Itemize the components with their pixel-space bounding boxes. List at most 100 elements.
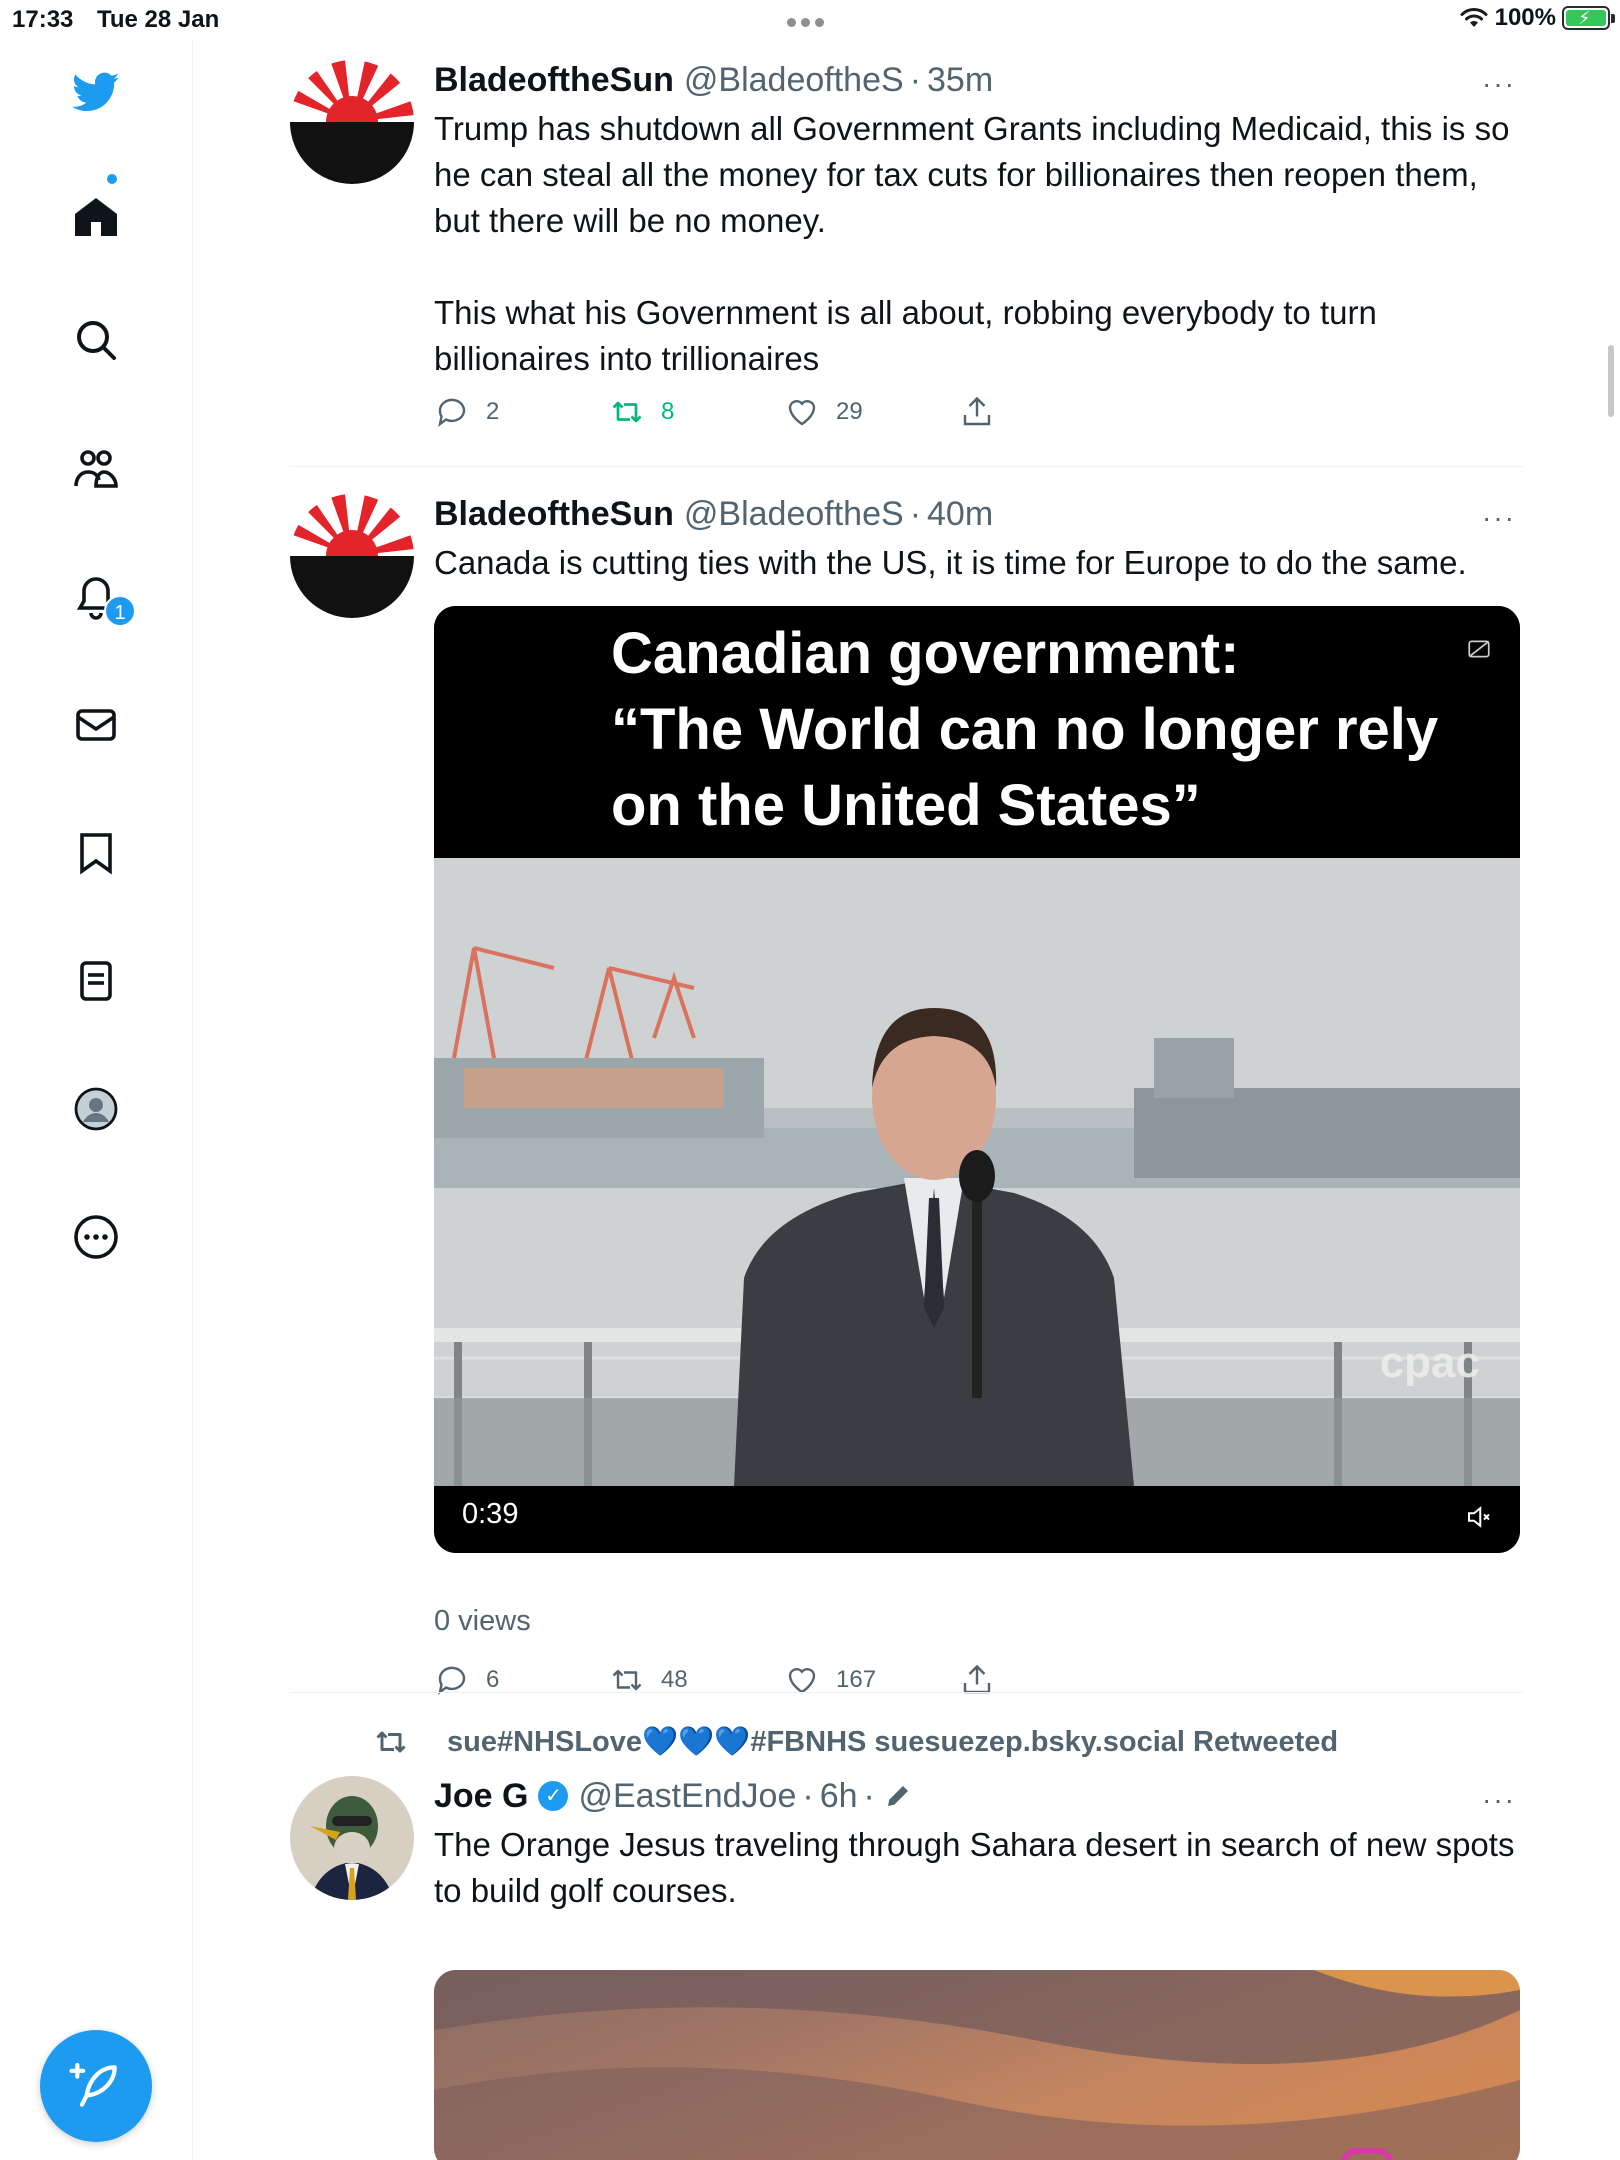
reply-button[interactable]: 6 [434,1660,609,1700]
home-icon[interactable] [66,187,126,247]
author-name[interactable]: BladeoftheSun [434,58,674,102]
share-icon [963,396,991,426]
twitter-logo-icon[interactable] [66,62,126,122]
mute-icon[interactable] [1464,1502,1494,1532]
tweet[interactable]: Joe G ✓ @EastEndJoe · 6h · ··· The Orang… [290,1774,1524,2160]
tweet-time[interactable]: 40m [927,492,993,536]
sidebar: 1 [0,40,193,2160]
tweet-paragraph: The Orange Jesus traveling through Sahar… [434,1826,1515,1909]
separator-dot: · [909,495,922,533]
avatar[interactable] [290,494,414,618]
scrollbar-thumb[interactable] [1608,345,1614,417]
status-time: 17:33 [12,6,74,33]
like-count: 167 [836,1666,877,1693]
instagram-icon [1340,2147,1394,2160]
tweet-paragraph: Canada is cutting ties with the US, it i… [434,544,1467,581]
share-button[interactable] [959,392,1134,432]
blue-hearts: 💙💙💙 [642,1726,751,1758]
tweet-body: Joe G ✓ @EastEndJoe · 6h · ··· The Orang… [434,1774,1520,2160]
video-watermark: cpac [1379,1338,1480,1387]
view-count: 0 views [434,1605,531,1637]
tweet-text: The Orange Jesus traveling through Sahar… [434,1822,1520,1914]
like-button[interactable]: 29 [784,392,959,432]
more-icon[interactable] [66,1207,126,1267]
tweet-divider [290,466,1524,467]
share-button[interactable] [959,1660,1134,1700]
timeline: BladeoftheSun @BladeoftheS · 35m ··· Tru… [193,40,1593,2160]
author-handle[interactable]: @BladeoftheS [684,58,904,102]
communities-icon[interactable] [66,438,126,498]
reply-icon [438,398,466,427]
tweet-paragraph: This what his Government is all about, r… [434,294,1377,377]
status-indicators: 100% ⚡ [1459,4,1615,32]
video-caption: Canadian government: “The World can no l… [434,606,1520,858]
tweet[interactable]: BladeoftheSun @BladeoftheS · 40m ··· Can… [290,492,1524,1722]
compose-tweet-button[interactable] [40,2030,152,2142]
tweet-body: BladeoftheSun @BladeoftheS · 35m ··· Tru… [434,58,1520,427]
retweet-button[interactable]: 48 [609,1660,784,1700]
more-options-icon[interactable]: ··· [1482,502,1516,534]
more-options-icon[interactable]: ··· [1482,68,1516,100]
tweet-time[interactable]: 35m [927,58,993,102]
lists-icon[interactable] [66,951,126,1011]
reply-count: 2 [486,398,500,425]
home-unread-dot [107,174,117,184]
video-frame: cpac [434,858,1520,1486]
retweet-icon [376,1731,406,1753]
tweet-paragraph: Trump has shutdown all Government Grants… [434,110,1510,239]
compose-feather-icon [69,2062,117,2107]
multitasking-dots-icon[interactable] [787,14,833,27]
video-controls: 0:39 [434,1486,1520,1553]
retweeter-name: sue#NHSLove [447,1726,643,1758]
status-bar: 17:33 Tue 28 Jan 100% ⚡ [0,0,1620,40]
retweet-icon [612,401,642,423]
reply-button[interactable]: 2 [434,392,609,432]
retweeted-by[interactable]: sue#NHSLove💙💙💙#FBNHS suesuezep.bsky.soci… [373,1724,1338,1760]
reply-count: 6 [486,1666,500,1693]
more-options-icon[interactable]: ··· [1482,1784,1516,1816]
separator-dot: · [863,1777,875,1815]
retweet-count: 48 [661,1666,688,1693]
profile-icon[interactable] [66,1079,126,1139]
like-button[interactable]: 167 [784,1660,959,1700]
tweet[interactable]: BladeoftheSun @BladeoftheS · 35m ··· Tru… [290,58,1524,478]
author-handle[interactable]: @BladeoftheS [684,492,904,536]
edited-pencil-icon[interactable] [883,1781,913,1811]
messages-icon[interactable] [66,695,126,755]
author-name[interactable]: BladeoftheSun [434,492,674,536]
video-player[interactable]: Canadian government: “The World can no l… [434,606,1520,1553]
separator-dot: · [802,1777,814,1815]
tweet-text: Trump has shutdown all Government Grants… [434,106,1520,382]
search-icon[interactable] [66,310,126,370]
tweet-header: BladeoftheSun @BladeoftheS · 40m [434,492,1520,536]
video-still-image [434,858,1520,1486]
bookmarks-icon[interactable] [66,823,126,883]
tweet-header: Joe G ✓ @EastEndJoe · 6h · [434,1774,1520,1818]
battery-percent: 100% [1494,4,1556,31]
video-player[interactable] [434,1970,1520,2160]
author-handle[interactable]: @EastEndJoe [578,1774,796,1818]
like-count: 29 [836,398,863,425]
desert-video-still [434,1970,1520,2160]
wifi-icon [1460,8,1488,27]
retweet-button[interactable]: 8 [609,392,784,432]
tweet-time[interactable]: 6h [820,1774,858,1818]
tweet-body: BladeoftheSun @BladeoftheS · 40m ··· Can… [434,492,1520,1695]
tweet-actions: 2 8 29 [434,392,1134,432]
status-date: Tue 28 Jan [97,6,220,33]
author-name[interactable]: Joe G [434,1774,528,1818]
video-duration: 0:39 [462,1498,519,1530]
verified-badge-icon: ✓ [538,1781,569,1811]
tweet-actions: 6 48 167 [434,1660,1134,1700]
avatar[interactable] [290,1776,414,1900]
captions-icon[interactable] [1466,636,1492,662]
retweet-count: 8 [661,398,675,425]
battery-icon: ⚡ [1562,6,1615,30]
separator-dot: · [909,61,922,99]
notifications-badge: 1 [104,595,136,627]
avatar[interactable] [290,60,414,184]
retweeter-suffix: #FBNHS suesuezep.bsky.social Retweeted [750,1726,1339,1758]
tweet-divider [290,1692,1524,1693]
tweet-text: Canada is cutting ties with the US, it i… [434,540,1520,586]
